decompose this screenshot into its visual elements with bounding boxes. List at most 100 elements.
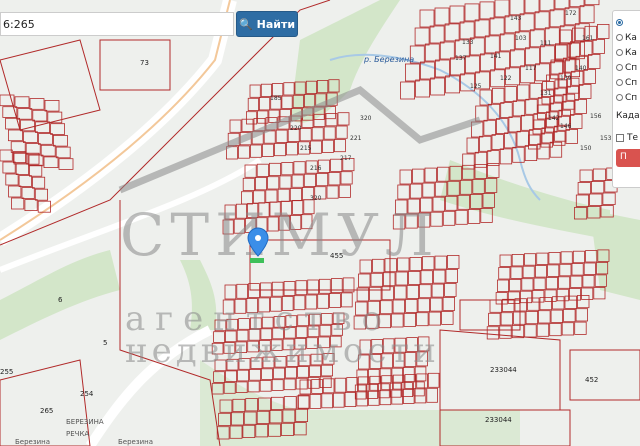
parcel [546,74,559,90]
parcel [10,141,26,153]
parcel [319,278,331,294]
parcel [279,175,292,189]
parcel-label: 216 [310,165,322,172]
parcel [559,29,572,45]
parcel [498,267,511,280]
parcel [422,182,435,198]
parcel [447,254,460,269]
parcel [408,270,421,285]
parcel [399,169,412,185]
parcel [569,288,582,301]
parcel [486,326,500,340]
parcel [588,54,601,69]
parcel [321,393,333,409]
search-button-label: Найти [256,17,296,31]
parcel [533,113,546,129]
parcel [291,174,304,188]
layer-option[interactable]: Сп [616,90,640,105]
radio-icon[interactable] [616,79,623,86]
parcel [400,81,416,100]
parcel [539,0,555,12]
parcel [283,378,296,391]
parcel [442,210,456,226]
parcel [358,273,371,288]
parcel [499,33,515,52]
parcel [424,167,437,183]
parcel [528,134,541,150]
parcel [43,156,59,168]
layer-option[interactable]: Сп [616,60,640,75]
parcel [322,378,335,394]
radio-selected-icon[interactable] [616,19,623,26]
parcel [281,162,294,176]
parcel [592,39,605,54]
parcel [281,95,293,109]
parcel [259,380,272,392]
parcel-label: 5 [103,339,107,347]
parcel [296,395,310,409]
parcel [424,43,440,62]
parcel [549,141,563,158]
parcel-label: 161 [582,35,594,42]
parcel [403,312,417,327]
parcel [550,309,563,323]
parcel [525,98,538,115]
parcel [340,171,353,185]
parcel [563,308,576,323]
parcel [58,158,74,170]
apply-button[interactable]: П [616,149,640,167]
parcel [580,40,593,56]
parcel [524,145,538,162]
search-button[interactable]: 🔍 Найти [236,11,298,37]
parcel-label: 217 [340,155,352,162]
parcel [0,149,13,162]
parcel [552,296,565,310]
parcel-label: 172 [565,10,577,17]
parcel [556,288,569,302]
parcel [34,188,48,201]
search-input[interactable]: 6:265 [0,12,234,36]
parcel [512,100,526,117]
parcel-label: 221 [350,135,362,142]
layer-option[interactable] [616,15,640,30]
radio-icon[interactable] [616,94,623,101]
parcel [241,118,254,132]
parcel [267,176,280,190]
parcel-label: 6 [58,296,63,304]
parcel [524,324,537,338]
parcel [577,182,591,195]
parcel [537,143,550,160]
radio-icon[interactable] [616,64,623,71]
parcel [434,7,450,26]
checkbox-icon[interactable] [616,134,624,142]
layer-option[interactable]: Ка [616,30,640,45]
parcel [55,146,71,159]
parcel [32,176,46,189]
parcel [428,311,442,326]
radio-icon[interactable] [616,34,623,41]
layer-panel: Ка Ка Сп Сп Сп Када Те П [612,10,640,188]
parcel [574,99,587,114]
parcel-label: 150 [580,145,592,152]
parcel [344,392,357,408]
parcel [271,281,284,297]
parcel [524,0,540,14]
parcel [489,17,505,36]
parcel [414,27,430,46]
parcel [427,372,440,388]
parcel [574,321,587,335]
parcel-label: 131 [540,90,552,97]
parcel [370,272,383,287]
cadastral-map[interactable]: 455 233044 233044 452 254 255 265 73 6 5… [0,0,640,446]
layer-option[interactable]: Ка [616,45,640,60]
parcel-label: 139 [560,75,572,82]
layer-checkbox-row[interactable]: Те [616,133,640,143]
parcel [295,280,308,296]
layer-option-label: Ка [625,32,637,43]
parcel [5,173,19,186]
parcel [584,0,600,6]
radio-icon[interactable] [616,49,623,56]
layer-option[interactable]: Сп [616,75,640,90]
parcel [311,378,323,394]
parcel [527,297,540,311]
